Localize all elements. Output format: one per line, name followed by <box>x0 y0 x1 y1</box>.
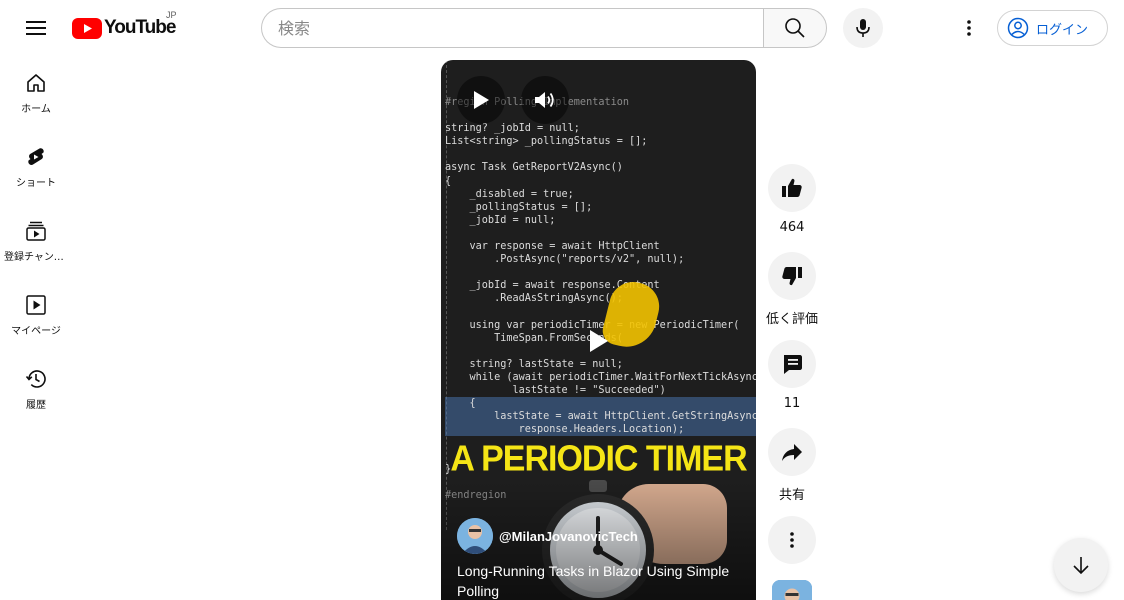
sidebar-item-history[interactable]: 履歴 <box>4 352 68 426</box>
channel-name[interactable]: @MilanJovanovicTech <box>499 529 638 544</box>
search-icon <box>785 18 805 38</box>
you-icon <box>26 295 46 315</box>
volume-icon <box>535 92 554 108</box>
home-icon <box>27 74 45 92</box>
more-actions-button[interactable] <box>768 516 816 564</box>
code-line: _disabled = true; <box>445 188 574 200</box>
dislike-label: 低く評価 <box>765 312 818 327</box>
code-line: while (await periodicTimer.WaitForNextTi… <box>445 371 756 383</box>
logo-text: YouTube <box>104 17 176 38</box>
arrow-down-icon <box>1073 557 1089 575</box>
code-line: async Task GetReportV2Async() <box>445 162 623 174</box>
code-line: .ReadAsStringAsync(); <box>445 293 623 305</box>
like-count: 464 <box>779 220 805 235</box>
like-action: 464 <box>764 164 820 235</box>
comment-count: 11 <box>783 396 801 411</box>
sidebar-item-home[interactable]: ホーム <box>4 56 68 130</box>
play-icon <box>474 91 489 109</box>
sidebar-item-label: ホーム <box>21 104 51 115</box>
history-icon <box>25 370 46 388</box>
microphone-icon <box>856 19 870 37</box>
sidebar-item-label: 登録チャンネル <box>4 252 68 263</box>
video-title[interactable]: Long-Running Tasks in Blazor Using Simpl… <box>457 561 742 600</box>
shorts-player[interactable]: #region Polling Implementation string? _… <box>441 60 756 600</box>
comment-icon <box>784 355 802 374</box>
channel-info[interactable]: @MilanJovanovicTech <box>457 518 638 554</box>
masthead: YouTube JP ログイン <box>0 0 1124 56</box>
code-line: .PostAsync("reports/v2", null); <box>445 254 685 266</box>
thumbs-up-icon <box>782 178 802 197</box>
youtube-logo[interactable]: YouTube <box>72 14 176 42</box>
more-vertical-icon <box>967 20 971 36</box>
like-button[interactable] <box>768 164 816 212</box>
guide-menu-button[interactable] <box>16 8 56 48</box>
settings-more-button[interactable] <box>949 8 989 48</box>
channel-avatar[interactable] <box>457 518 493 554</box>
dislike-button[interactable] <box>768 252 816 300</box>
sidebar-item-subscriptions[interactable]: 登録チャンネル <box>4 204 68 278</box>
search-box <box>261 8 764 48</box>
share-label: 共有 <box>778 488 805 503</box>
share-action: 共有 <box>764 428 820 503</box>
search-button[interactable] <box>763 8 827 48</box>
sidebar-item-you[interactable]: マイページ <box>4 278 68 352</box>
code-line: List<string> _pollingStatus = []; <box>445 136 648 148</box>
play-icon <box>590 330 608 352</box>
person-avatar-icon <box>457 518 493 554</box>
code-line: { <box>445 397 756 411</box>
code-line: string? lastState = null; <box>445 358 623 370</box>
voice-search-button[interactable] <box>843 8 883 48</box>
video-banner-text: A PERIODIC TIMER <box>450 439 747 479</box>
code-line: string? _jobId = null; <box>445 123 580 135</box>
share-button[interactable] <box>768 428 816 476</box>
comment-action: 11 <box>764 340 820 411</box>
login-button[interactable]: ログイン <box>997 10 1108 46</box>
code-line: lastState != "Succeeded") <box>445 385 666 397</box>
more-action <box>764 516 820 564</box>
login-label: ログイン <box>1036 22 1089 38</box>
sidebar-item-label: ショート <box>16 178 56 189</box>
volume-button[interactable] <box>521 76 569 124</box>
code-line: lastState = await HttpClient.GetStringAs… <box>445 410 756 424</box>
play-pause-button[interactable] <box>457 76 505 124</box>
code-line: _jobId = await response.Content <box>445 280 660 292</box>
account-circle-icon <box>1007 17 1029 39</box>
subscriptions-icon <box>26 221 46 241</box>
code-line: var response = await HttpClient <box>445 241 660 253</box>
sidebar-item-shorts[interactable]: ショート <box>4 130 68 204</box>
next-video-button[interactable] <box>1054 538 1108 592</box>
dislike-action: 低く評価 <box>764 252 820 327</box>
code-line: { <box>445 175 452 187</box>
hamburger-menu-icon <box>26 21 46 35</box>
sound-channel-avatar[interactable] <box>772 580 812 600</box>
shorts-icon <box>28 148 44 165</box>
search-input[interactable] <box>278 18 748 38</box>
thumbs-down-icon <box>782 267 802 286</box>
region-code: JP <box>166 10 177 20</box>
sidebar-item-label: マイページ <box>11 326 61 337</box>
comment-button[interactable] <box>768 340 816 388</box>
youtube-play-logo-icon <box>72 17 102 39</box>
code-line: _jobId = null; <box>445 214 556 226</box>
code-line: response.Headers.Location); <box>445 423 756 437</box>
share-icon <box>782 444 802 461</box>
sidebar-item-label: 履歴 <box>26 400 46 411</box>
center-play-indicator <box>582 324 616 358</box>
person-avatar-icon <box>772 580 812 600</box>
code-line: _pollingStatus = []; <box>445 201 593 213</box>
more-vertical-icon <box>790 532 794 548</box>
